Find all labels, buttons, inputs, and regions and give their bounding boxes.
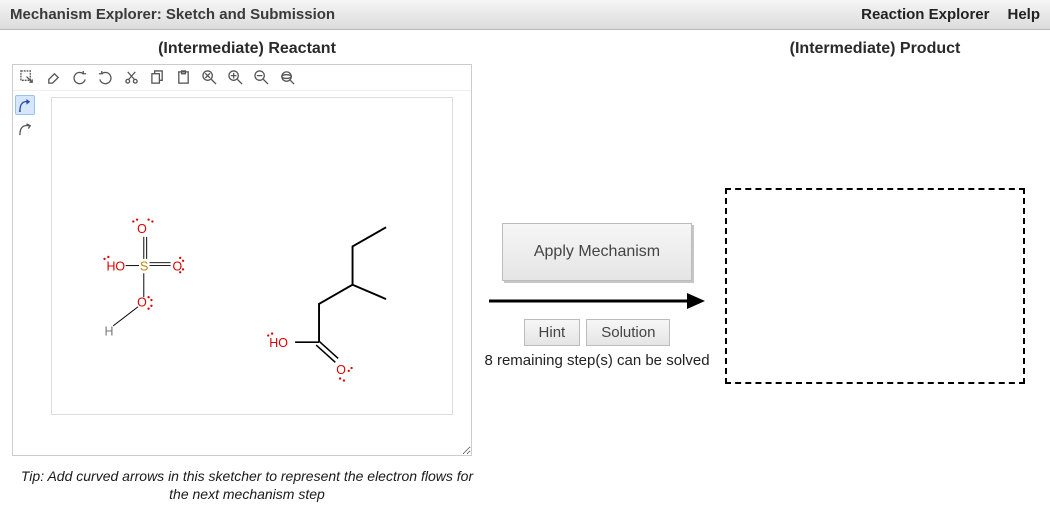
svg-text:O: O xyxy=(137,296,147,310)
svg-text:HO: HO xyxy=(106,259,125,273)
undo-icon[interactable] xyxy=(69,68,89,88)
paste-icon[interactable] xyxy=(173,68,193,88)
svg-text:O: O xyxy=(336,363,346,377)
reaction-explorer-link[interactable]: Reaction Explorer xyxy=(861,6,989,23)
product-column: (Intermediate) Product xyxy=(712,40,1038,513)
product-heading: (Intermediate) Product xyxy=(790,40,961,58)
erase-tool-icon[interactable] xyxy=(43,68,63,88)
reaction-arrow-icon xyxy=(487,291,707,311)
apply-mechanism-button[interactable]: Apply Mechanism xyxy=(502,223,692,281)
controls-column: Apply Mechanism Hint Solution 8 remainin… xyxy=(482,40,712,513)
svg-text:H: H xyxy=(105,324,114,338)
svg-text:O: O xyxy=(137,222,147,236)
titlebar: Mechanism Explorer: Sketch and Submissio… xyxy=(0,0,1050,30)
help-link[interactable]: Help xyxy=(1007,6,1040,23)
svg-text:O: O xyxy=(173,259,183,273)
remaining-steps-label: 8 remaining step(s) can be solved xyxy=(484,352,709,370)
svg-text:HO: HO xyxy=(269,336,288,350)
titlebar-links: Reaction Explorer Help xyxy=(861,6,1040,23)
window-title: Mechanism Explorer: Sketch and Submissio… xyxy=(10,6,861,23)
zoom-in-icon[interactable] xyxy=(225,68,245,88)
sketcher-canvas[interactable]: HO S O O O H xyxy=(51,97,453,415)
curved-arrow-two-icon[interactable] xyxy=(15,95,35,115)
cut-icon[interactable] xyxy=(121,68,141,88)
content: (Intermediate) Reactant xyxy=(0,30,1050,513)
select-tool-icon[interactable] xyxy=(17,68,37,88)
hint-row: Hint Solution xyxy=(524,319,671,346)
copy-icon[interactable] xyxy=(147,68,167,88)
sketcher-toolbar-top xyxy=(13,65,471,91)
zoom-fit-icon[interactable] xyxy=(277,68,297,88)
sketcher-tip: Tip: Add curved arrows in this sketcher … xyxy=(12,468,482,503)
product-dropzone[interactable] xyxy=(725,188,1025,384)
hint-button[interactable]: Hint xyxy=(524,319,581,346)
redo-icon[interactable] xyxy=(95,68,115,88)
zoom-reset-icon[interactable] xyxy=(199,68,219,88)
zoom-out-icon[interactable] xyxy=(251,68,271,88)
sketcher-panel: HO S O O O H xyxy=(12,64,472,456)
reactant-heading: (Intermediate) Reactant xyxy=(12,40,482,58)
reactant-column: (Intermediate) Reactant xyxy=(12,40,482,513)
svg-text:S: S xyxy=(140,259,148,273)
curved-arrow-one-icon[interactable] xyxy=(15,119,35,139)
sketcher-toolbar-left xyxy=(13,91,39,143)
solution-button[interactable]: Solution xyxy=(586,319,670,346)
